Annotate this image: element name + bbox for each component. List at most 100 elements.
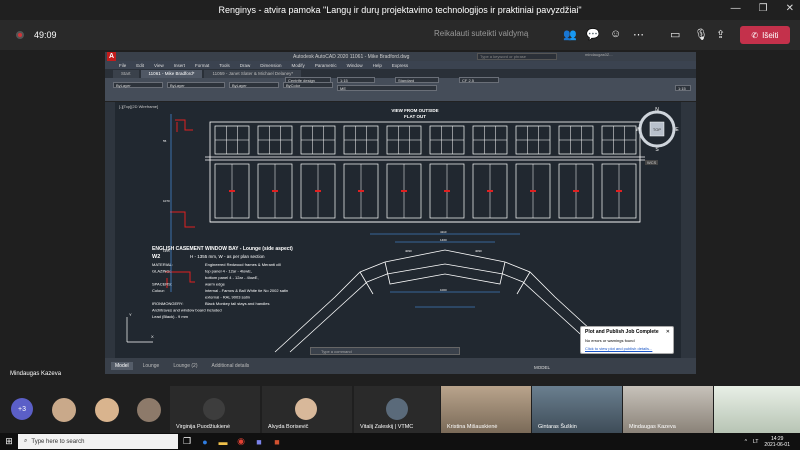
menu-item[interactable]: Modify — [292, 63, 305, 68]
avatar[interactable] — [137, 398, 161, 422]
teams-icon[interactable]: ■ — [250, 434, 268, 449]
scale-dropdown[interactable]: 1:15 — [675, 85, 691, 91]
spec-key: MATERIAL: — [152, 262, 173, 267]
autocad-titlebar: A Autodesk AutoCAD 2020 11061 - Mike Bra… — [105, 52, 696, 61]
chrome-icon[interactable]: ◉ — [232, 434, 250, 449]
menu-item[interactable]: Insert — [174, 63, 185, 68]
text-style-dropdown[interactable]: Centrife design — [285, 77, 331, 83]
dim-style-dropdown[interactable]: Standard — [395, 77, 439, 83]
window-elevation — [205, 121, 645, 223]
menu-item[interactable]: Window — [347, 63, 363, 68]
share-icon[interactable]: ⇪ — [716, 28, 725, 41]
microphone-icon[interactable]: 🎙 — [694, 28, 708, 41]
menu-item[interactable]: Draw — [240, 63, 251, 68]
reactions-icon[interactable]: ☺ — [610, 28, 621, 40]
svg-text:1000: 1000 — [440, 288, 447, 292]
spec-list: MATERIAL: Engineered Redwood frames & Mer… — [152, 262, 288, 319]
viewcube[interactable]: TOP N S E W — [635, 107, 679, 151]
avatar — [295, 398, 317, 420]
lineweight-dropdown[interactable]: ByLayer — [229, 82, 279, 88]
layer-dropdown[interactable]: ByLayer — [113, 82, 163, 88]
tab-mike-bradford[interactable]: 11061 - Mike Bradford* — [140, 70, 203, 78]
minimize-icon[interactable]: — — [731, 3, 741, 14]
close-icon[interactable]: ✕ — [786, 3, 794, 14]
menu-item[interactable]: Dimension — [260, 63, 281, 68]
layout-tab-lounge-2[interactable]: Lounge (2) — [169, 362, 201, 370]
layer-name-dropdown[interactable]: ME — [337, 85, 437, 91]
language-indicator[interactable]: LT — [753, 439, 758, 445]
plot-style-dropdown[interactable]: CF 2.5 — [459, 77, 499, 83]
spec-value: external - RAL 9003 satin — [205, 295, 250, 300]
svg-text:55: 55 — [163, 139, 167, 143]
chevron-up-icon[interactable]: ^ — [745, 439, 747, 445]
participants-icon[interactable]: 👥 — [563, 28, 577, 41]
close-icon[interactable]: ✕ — [666, 329, 670, 335]
participant-tile[interactable]: Virginija Puodžiukienė — [170, 386, 260, 433]
more-participants-button[interactable]: +3 — [11, 398, 33, 420]
menu-item[interactable]: Express — [392, 63, 408, 68]
model-space-label[interactable]: MODEL — [534, 365, 550, 370]
clock[interactable]: 14:29 2021-06-01 — [764, 436, 790, 448]
left-toolbar[interactable] — [105, 102, 115, 358]
participant-name: Gintaras Šuškin — [538, 424, 577, 430]
edge-icon[interactable]: ● — [196, 434, 214, 449]
avatar[interactable] — [95, 398, 119, 422]
tab-start[interactable]: Start — [113, 70, 139, 78]
participant-video[interactable]: Gintaras Šuškin — [532, 386, 622, 433]
menu-item[interactable]: File — [119, 63, 126, 68]
spec-value: warm edge — [205, 282, 226, 287]
windows-start-icon[interactable]: ⊞ — [0, 433, 18, 450]
layout-tab-model[interactable]: Model — [111, 362, 133, 370]
menu-item[interactable]: Parametric — [315, 63, 337, 68]
svg-text:4110: 4110 — [440, 230, 447, 234]
autocad-statusbar: Model Lounge Lounge (2) Additional detai… — [105, 358, 696, 374]
participant-tile[interactable]: Vitalij Zaleskij | VTMC — [354, 386, 440, 433]
layout-tab-additional[interactable]: Additional details — [208, 362, 254, 370]
participant-video[interactable] — [714, 386, 800, 433]
maximize-icon[interactable]: ❐ — [759, 3, 768, 14]
request-control-button[interactable]: Reikalauti suteikti valdymą — [434, 29, 528, 38]
menu-item[interactable]: Edit — [136, 63, 144, 68]
powerpoint-icon[interactable]: ■ — [268, 434, 286, 449]
more-options-icon[interactable]: ⋯ — [633, 28, 644, 41]
participant-video[interactable]: Mindaugas Kazeva — [623, 386, 713, 433]
file-explorer-icon[interactable]: ▬ — [214, 434, 232, 449]
autocad-logo-icon[interactable]: A — [107, 52, 116, 61]
autocad-search-input[interactable]: Type a keyword or phrase — [477, 53, 557, 60]
camera-icon[interactable]: ▭ — [670, 28, 680, 41]
layout-tab-lounge[interactable]: Lounge — [139, 362, 164, 370]
participant-name: Virginija Puodžiukienė — [176, 424, 231, 430]
leave-button[interactable]: ✆ Išeiti — [740, 26, 790, 44]
spec-value: Architraves and window board included — [152, 308, 222, 313]
menu-item[interactable]: Tools — [219, 63, 230, 68]
drawing-viewport[interactable]: 5510701355 VIEW FROM OUTSIDE FLAT OUT — [115, 102, 681, 358]
task-view-icon[interactable]: ❐ — [178, 434, 196, 449]
svg-text:1460: 1460 — [440, 238, 447, 242]
avatar[interactable] — [52, 398, 76, 422]
chat-icon[interactable]: 💬 — [586, 28, 600, 41]
svg-text:Y: Y — [129, 312, 132, 317]
right-toolbar[interactable] — [681, 102, 696, 358]
taskbar-search-input[interactable]: ⌕ Type here to search — [18, 434, 178, 449]
menu-item[interactable]: Format — [195, 63, 209, 68]
participant-tile[interactable]: Alvyda Borisevič — [262, 386, 352, 433]
notification-link[interactable]: Click to view plot and publish details..… — [585, 346, 669, 351]
autocad-user[interactable]: mindaugas0Z... — [585, 52, 613, 57]
ucs-menu[interactable]: WCS — [645, 160, 659, 165]
view-subtitle: FLAT OUT — [404, 114, 426, 119]
command-line-input[interactable]: Type a command — [310, 347, 460, 355]
viewport-label[interactable]: [-][Top][2D Wireframe] — [119, 104, 158, 109]
svg-text:X: X — [151, 334, 154, 339]
linetype-dropdown[interactable]: ByLayer — [167, 82, 225, 88]
menu-item[interactable]: View — [154, 63, 164, 68]
drawing-svg: 5510701355 VIEW FROM OUTSIDE FLAT OUT 41… — [126, 108, 645, 353]
spec-value: Engineered Redwood frames & Meranti cill — [205, 262, 281, 267]
menu-item[interactable]: Help — [373, 63, 382, 68]
spec-value: Black Monkey tail stays and handles — [205, 301, 269, 306]
annotation-scale-dropdown[interactable]: 1:15 — [337, 77, 375, 83]
properties-ribbon: ByLayer ByLayer ByLayer ByColor Centrife… — [105, 77, 696, 102]
spec-key: SPACERS: — [152, 282, 172, 287]
plot-notification[interactable]: Plot and Publish Job Complete ✕ No error… — [580, 326, 674, 354]
leave-label: Išeiti — [762, 30, 779, 40]
participant-video[interactable]: Kristina Mišauskienė — [441, 386, 531, 433]
